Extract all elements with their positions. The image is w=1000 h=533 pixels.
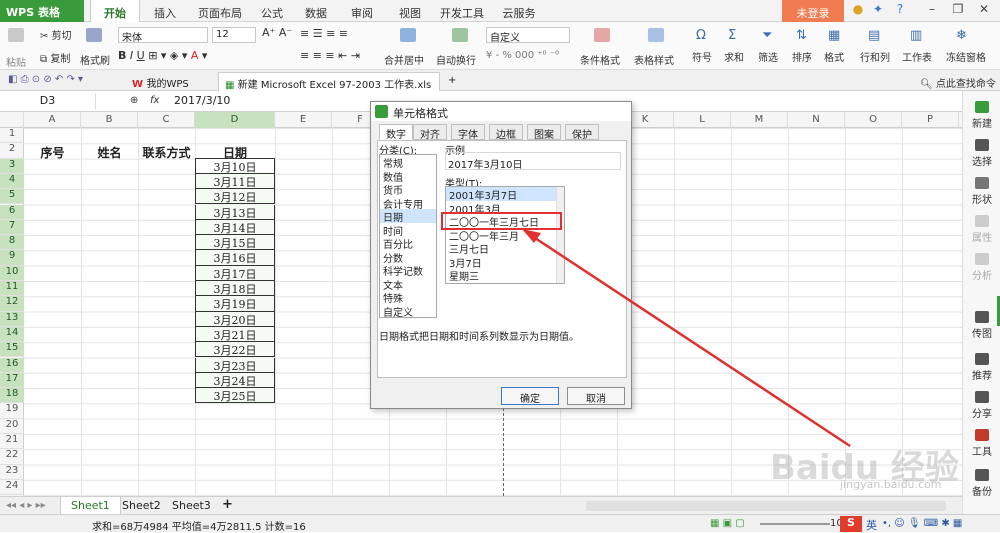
arrow-shaft — [531, 234, 851, 448]
watermark-url: jingyan.baidu.com — [840, 478, 942, 491]
